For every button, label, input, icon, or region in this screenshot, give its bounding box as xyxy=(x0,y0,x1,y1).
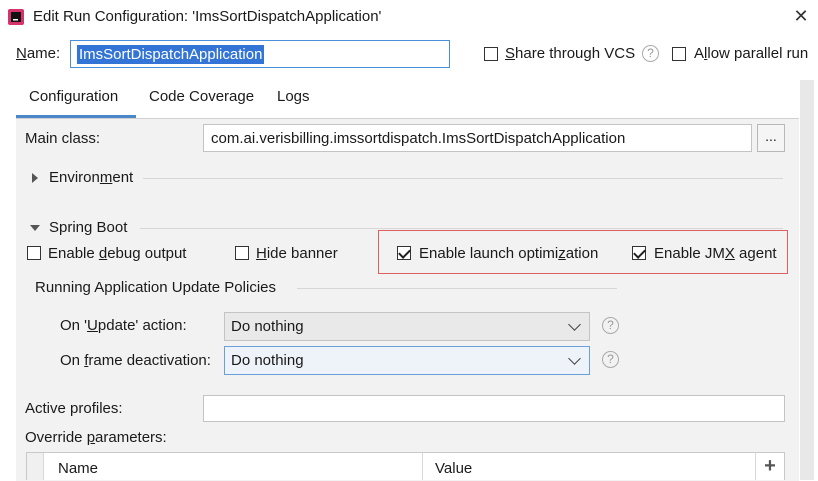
main-class-label: Main class: xyxy=(25,130,101,147)
expand-arrow-icon[interactable] xyxy=(32,173,38,183)
scrollbar[interactable] xyxy=(800,80,814,480)
table-gutter xyxy=(27,453,44,480)
hide-banner-checkbox[interactable] xyxy=(235,246,249,260)
collapse-arrow-icon[interactable] xyxy=(30,225,40,231)
allow-parallel-checkbox[interactable] xyxy=(672,47,686,61)
enable-debug-label: Enable debug output xyxy=(48,245,187,262)
help-icon[interactable]: ? xyxy=(602,317,619,334)
column-header-name[interactable]: Name xyxy=(58,460,98,477)
main-class-value: com.ai.verisbilling.imssortdispatch.ImsS… xyxy=(211,130,626,147)
close-icon[interactable]: ✕ xyxy=(791,6,811,26)
launch-optimization-label: Enable launch optimization xyxy=(419,245,599,262)
window-title: Edit Run Configuration: 'ImsSortDispatch… xyxy=(33,8,382,25)
help-icon[interactable]: ? xyxy=(602,351,619,368)
divider xyxy=(143,178,783,179)
divider xyxy=(140,228,783,229)
on-frame-value: Do nothing xyxy=(231,352,304,369)
tab-bar: Configuration Code Coverage Logs xyxy=(16,80,810,118)
enable-debug-checkbox[interactable] xyxy=(27,246,41,260)
tab-code-coverage[interactable]: Code Coverage xyxy=(149,88,254,105)
tab-configuration[interactable]: Configuration xyxy=(29,88,118,105)
share-vcs-checkbox[interactable] xyxy=(484,47,498,61)
chevron-down-icon xyxy=(568,318,581,331)
help-icon[interactable]: ? xyxy=(642,45,659,62)
name-input[interactable]: ImsSortDispatchApplication xyxy=(70,40,450,68)
on-frame-select[interactable]: Do nothing xyxy=(224,346,590,375)
name-value: ImsSortDispatchApplication xyxy=(77,45,265,64)
active-profiles-input[interactable] xyxy=(203,395,785,422)
override-parameters-table xyxy=(26,452,785,480)
on-update-label: On 'Update' action: xyxy=(60,317,187,334)
divider xyxy=(297,288,617,289)
launch-optimization-checkbox[interactable] xyxy=(397,246,411,260)
allow-parallel-label: Allow parallel run xyxy=(694,45,809,62)
intellij-app-icon xyxy=(8,9,24,25)
share-vcs-label: Share through VCS xyxy=(505,45,636,62)
on-update-select[interactable]: Do nothing xyxy=(224,312,590,341)
add-icon[interactable]: + xyxy=(760,455,780,477)
configuration-panel xyxy=(16,118,799,481)
on-frame-label: On frame deactivation: xyxy=(60,352,211,369)
jmx-agent-label: Enable JMX agent xyxy=(654,245,777,262)
toolbar-divider xyxy=(755,453,756,480)
main-class-input[interactable]: com.ai.verisbilling.imssortdispatch.ImsS… xyxy=(203,124,752,152)
chevron-down-icon xyxy=(568,352,581,365)
environment-section-toggle[interactable]: Environment xyxy=(49,169,133,186)
override-parameters-label: Override parameters: xyxy=(25,429,167,446)
jmx-agent-checkbox[interactable] xyxy=(632,246,646,260)
update-policies-heading: Running Application Update Policies xyxy=(35,279,276,296)
name-label: Name: xyxy=(16,45,61,62)
tab-logs[interactable]: Logs xyxy=(277,88,310,105)
active-profiles-label: Active profiles: xyxy=(25,400,123,417)
on-update-value: Do nothing xyxy=(231,318,304,335)
browse-button[interactable]: ... xyxy=(757,124,785,152)
column-divider xyxy=(422,453,423,480)
hide-banner-label: Hide banner xyxy=(256,245,338,262)
spring-boot-section-toggle[interactable]: Spring Boot xyxy=(49,219,127,236)
column-header-value[interactable]: Value xyxy=(435,460,472,477)
